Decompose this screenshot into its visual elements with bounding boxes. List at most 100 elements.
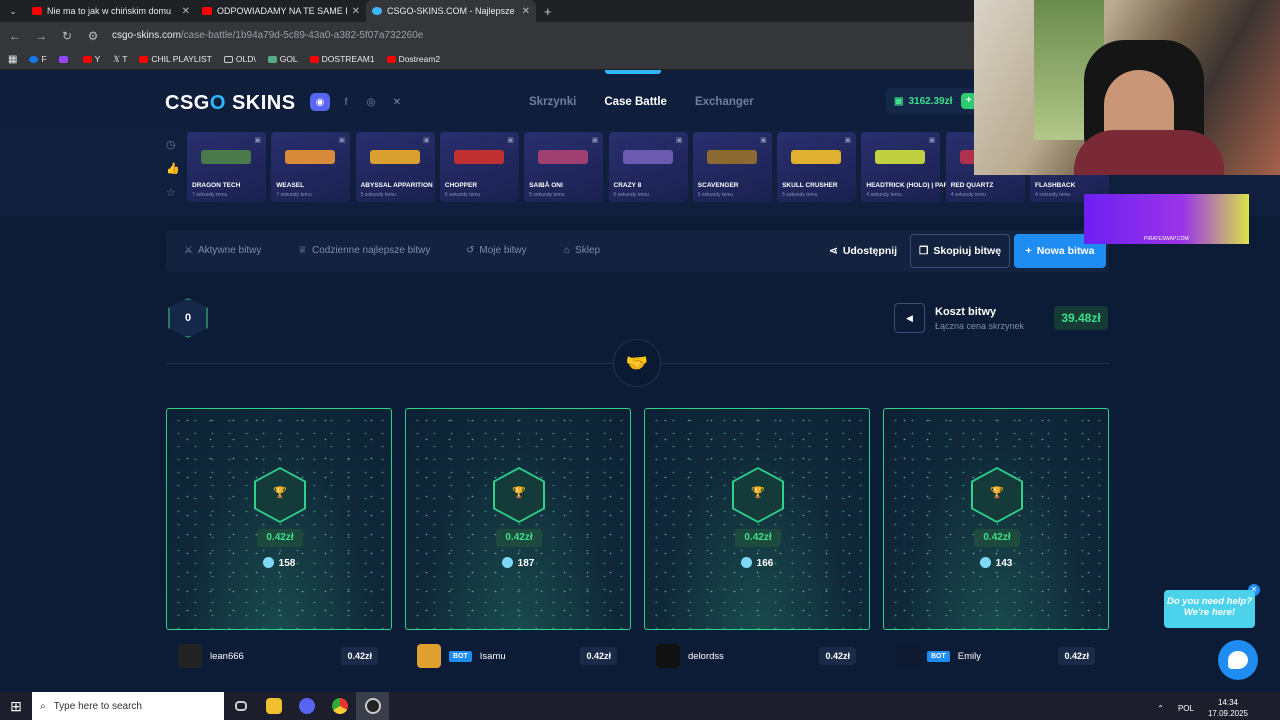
nav-exchanger[interactable]: Exchanger xyxy=(695,96,754,108)
instagram-icon[interactable]: ◎ xyxy=(361,93,381,111)
menu-my-battles[interactable]: ↺ Moje bitwy xyxy=(466,245,527,256)
apps-icon[interactable]: ▦ xyxy=(8,54,17,65)
box-icon: ▣ xyxy=(338,137,346,144)
skin-image xyxy=(453,150,504,164)
bookmark[interactable]: OLD\ xyxy=(223,54,256,64)
box-icon: ▣ xyxy=(254,137,261,144)
balance[interactable]: ▣ 3162.39zł + xyxy=(886,88,976,114)
speaker-icon: ◀ xyxy=(906,312,913,323)
avatar[interactable] xyxy=(895,644,919,668)
tab-search-icon[interactable]: ⌄ xyxy=(0,6,26,17)
x-icon[interactable]: ✕ xyxy=(387,93,407,111)
file-explorer-icon[interactable] xyxy=(257,692,290,720)
chrome-app-icon[interactable] xyxy=(323,692,356,720)
facebook-icon xyxy=(29,55,39,63)
forward-icon[interactable]: → xyxy=(34,29,48,43)
discord-icon[interactable]: ◉ xyxy=(310,93,330,111)
handshake-icon: 🤝 xyxy=(613,339,661,387)
drop-item[interactable]: ▣ CRAZY 8 5 sekundy temu xyxy=(608,132,688,202)
nav-case-battle[interactable]: Case Battle xyxy=(604,96,667,108)
browser-tab[interactable]: ODPOWIADAMY NA TE SAME P ✕ xyxy=(196,0,366,22)
player-name[interactable]: lean666 xyxy=(210,651,341,662)
menu-active-battles[interactable]: ⚔ Aktywne bitwy xyxy=(184,245,261,256)
drop-item[interactable]: ▣ DRAGON TECH 7 sekundy temu xyxy=(187,132,266,202)
sound-toggle-button[interactable]: ◀ xyxy=(894,303,925,333)
star-icon[interactable]: ☆ xyxy=(166,186,180,199)
drop-skin-name: CRAZY 8 xyxy=(613,182,642,189)
nav-skrzynki[interactable]: Skrzynki xyxy=(529,96,576,108)
player-name[interactable]: delordss xyxy=(688,651,819,662)
box-icon: ▣ xyxy=(675,137,683,144)
drop-skin-name: FLASHBACK xyxy=(1035,182,1076,189)
bookmark[interactable]: Y xyxy=(82,54,100,64)
menu-shop[interactable]: ⌂ Sklep xyxy=(564,245,600,256)
menu-daily-best[interactable]: ♕ Codzienne najlepsze bitwy xyxy=(298,245,430,256)
youtube-icon xyxy=(386,55,396,63)
clock[interactable]: 14:34 17.09.2025 xyxy=(1208,697,1248,719)
bookmark[interactable]: Dostream2 xyxy=(386,54,440,64)
drop-item[interactable]: ▣ SAIBĀ ONI 5 sekundy temu xyxy=(524,132,604,202)
site-info-icon[interactable]: ⚙ xyxy=(86,29,100,43)
sponsor-banner[interactable]: PIRATESWAP.COM xyxy=(1084,194,1249,244)
wallet-icon: ▣ xyxy=(894,95,904,107)
drop-time: 5 sekundy temu xyxy=(782,192,818,198)
player-item-value: 0.42zł xyxy=(257,529,303,547)
tray-arrow-icon[interactable]: ⌃ xyxy=(1157,704,1164,713)
drop-item[interactable]: ▣ WEASEL 7 sekundy temu xyxy=(271,132,351,202)
avatar[interactable] xyxy=(656,644,680,668)
help-bubble[interactable]: Do you need help? We're here! xyxy=(1164,590,1255,628)
close-icon[interactable]: ✕ xyxy=(182,6,190,17)
drop-skin-name: CHOPPER xyxy=(444,182,478,189)
skin-image xyxy=(538,150,589,164)
battle-cost-subtitle: Łączna cena skrzynek xyxy=(935,321,1025,331)
drop-item[interactable]: ▣ ABYSSAL APPARITION 5 sekundy temu xyxy=(355,132,435,202)
avatar[interactable] xyxy=(178,644,202,668)
task-view-icon[interactable] xyxy=(224,692,257,720)
bookmark[interactable] xyxy=(58,55,71,63)
browser-tab-active[interactable]: CSGO-SKINS.COM - Najlepsze ✕ xyxy=(366,0,536,22)
url-field[interactable]: csgo-skins.com/case-battle/1b94a79d-5c89… xyxy=(112,30,423,41)
player-footer: BOT Isamu 0.42zł xyxy=(405,638,631,674)
drop-time: 5 sekundy temu xyxy=(529,192,565,198)
drop-item[interactable]: ▣ SKULL CRUSHER 5 sekundy temu xyxy=(777,132,857,202)
player-item-value: 0.42zł xyxy=(974,529,1020,547)
lang-indicator[interactable]: POL xyxy=(1178,704,1194,713)
drop-item[interactable]: ▣ SCAVENGER 5 sekundy temu xyxy=(692,132,772,202)
site-logo[interactable]: CSGO SKINS xyxy=(165,92,296,115)
drop-item[interactable]: ▣ CHOPPER 5 sekundy temu xyxy=(439,132,519,202)
bookmark[interactable]: F xyxy=(29,54,47,64)
obs-app-icon[interactable] xyxy=(356,692,389,720)
round-counter: 0 xyxy=(168,298,208,338)
bookmark[interactable]: GOL xyxy=(267,54,298,64)
drop-skin-name: DRAGON TECH xyxy=(192,182,241,189)
windows-start-icon[interactable]: ⊞ xyxy=(0,698,32,715)
skin-image xyxy=(791,150,842,164)
clock-icon[interactable]: ◷ xyxy=(166,138,180,151)
share-button[interactable]: ⋖ Udostępnij xyxy=(829,245,897,257)
discord-app-icon[interactable] xyxy=(290,692,323,720)
bookmark[interactable]: 𝕏T xyxy=(112,54,127,65)
drop-time: 5 sekundy temu xyxy=(444,192,481,198)
drop-skin-name: RED QUARTZ xyxy=(950,182,994,189)
reload-icon[interactable]: ↻ xyxy=(60,29,74,43)
back-icon[interactable]: ← xyxy=(8,29,22,43)
new-tab-icon[interactable]: + xyxy=(544,4,552,19)
avatar[interactable] xyxy=(417,644,441,668)
facebook-icon[interactable]: f xyxy=(336,93,356,111)
thumbs-up-icon[interactable]: 👍 xyxy=(166,162,180,175)
taskbar-search-input[interactable]: ⌕ Type here to search xyxy=(32,692,224,720)
drop-skin-name: WEASEL xyxy=(276,182,305,189)
drop-item[interactable]: ▣ HEADTRICK (HOLO) | PARIS 2025 4 sekundy … xyxy=(861,132,971,202)
player-name[interactable]: Isamu xyxy=(480,651,581,662)
copy-battle-button[interactable]: ❐ Skopiuj bitwę xyxy=(910,234,1010,268)
chat-icon[interactable] xyxy=(1218,640,1258,680)
close-icon[interactable]: ✕ xyxy=(352,6,360,17)
player-footer: BOT Emily 0.42zł xyxy=(883,638,1109,674)
player-name[interactable]: Emily xyxy=(958,651,1059,662)
close-icon[interactable]: ✕ xyxy=(522,6,530,17)
browser-tab[interactable]: Nie ma to jak w chińskim domu ✕ xyxy=(26,0,196,22)
youtube-icon xyxy=(309,55,319,63)
bookmark[interactable]: DOSTREAM1 xyxy=(309,54,375,64)
bookmark[interactable]: CHIL PLAYLIST xyxy=(139,54,212,64)
url-host: csgo-skins.com xyxy=(112,30,181,41)
